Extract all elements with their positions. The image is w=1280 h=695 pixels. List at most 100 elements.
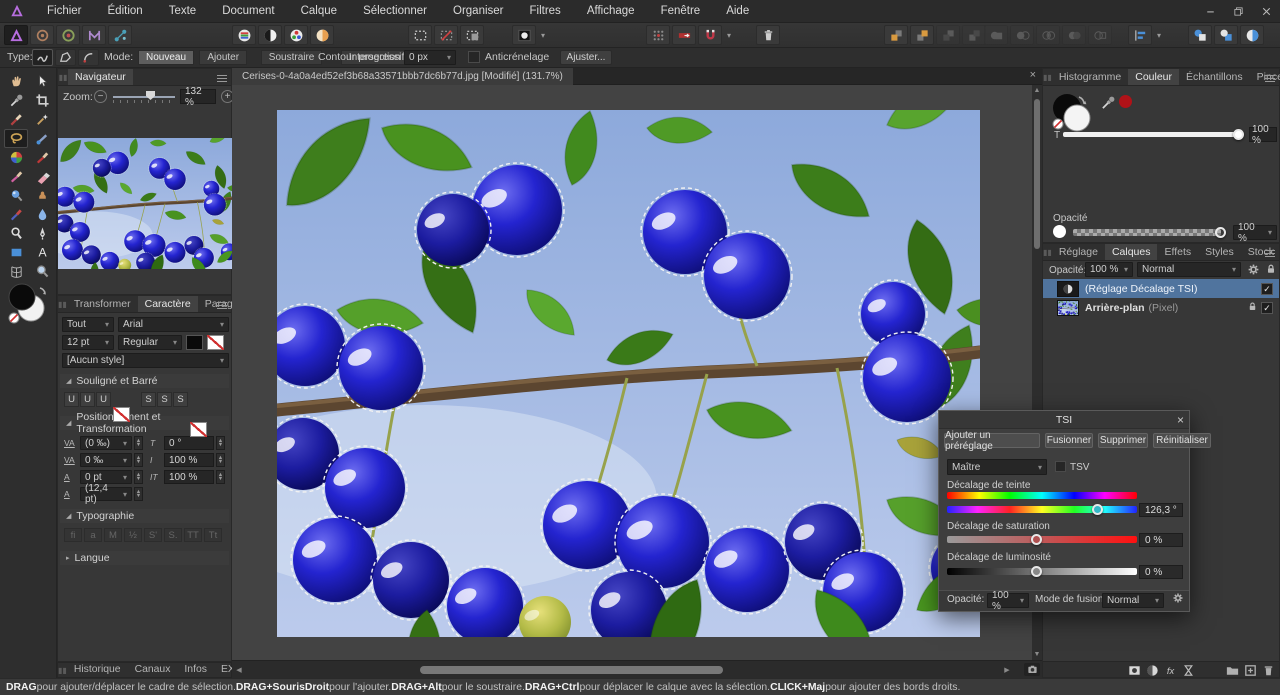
liquify-persona-icon[interactable]: [30, 25, 54, 45]
tab-calques[interactable]: Calques: [1105, 244, 1158, 260]
dialog-gear-icon[interactable]: [1172, 592, 1184, 607]
move-forward-icon[interactable]: [910, 25, 934, 45]
t-slider-knob[interactable]: [1233, 129, 1244, 140]
mode-ajouter[interactable]: Ajouter: [199, 50, 247, 65]
snapshot-icon[interactable]: [1024, 663, 1040, 676]
antialias-checkbox[interactable]: [468, 51, 480, 63]
layer-row-1[interactable]: Arrière-plan (Pixel) ✓: [1043, 298, 1279, 317]
tab-reglage[interactable]: Réglage: [1052, 244, 1105, 260]
eyedropper-icon[interactable]: [1101, 95, 1116, 113]
channel-dropdown[interactable]: Maître▾: [947, 459, 1047, 475]
deselect-icon[interactable]: [434, 25, 458, 45]
blemish-removal-tool[interactable]: [30, 110, 54, 129]
t-slider[interactable]: [1063, 132, 1239, 137]
hsl-button-2[interactable]: Supprimer: [1098, 433, 1148, 448]
tab-styles[interactable]: Styles: [1198, 244, 1241, 260]
hsl-dialog-title[interactable]: TSI: [939, 411, 1189, 429]
freehand-selection-tool[interactable]: [4, 129, 28, 148]
photo-image[interactable]: [277, 110, 980, 637]
dialog-opacity-dropdown[interactable]: 100 %▾: [987, 593, 1029, 608]
colour-wells[interactable]: [7, 280, 51, 326]
hue-knob[interactable]: [1092, 504, 1103, 515]
menu-organiser[interactable]: Organiser: [440, 0, 517, 23]
tab-histogramme[interactable]: Histogramme: [1052, 69, 1128, 85]
rectangle-tool[interactable]: [4, 243, 28, 262]
auto-white-balance-icon[interactable]: [310, 25, 334, 45]
clone-brush-tool[interactable]: [30, 186, 54, 205]
auto-contrast-icon[interactable]: [258, 25, 282, 45]
layer-thumbnail[interactable]: [1057, 281, 1079, 297]
polygonal-type-icon[interactable]: [55, 49, 76, 66]
pen-tool[interactable]: [30, 224, 54, 243]
blur-brush-tool[interactable]: [30, 205, 54, 224]
picked-colour-dot[interactable]: [1119, 95, 1132, 108]
minimize-window-button[interactable]: [1196, 0, 1224, 23]
paint-brush-tool[interactable]: [30, 148, 54, 167]
layer-visibility-checkbox[interactable]: ✓: [1261, 302, 1273, 314]
restore-window-button[interactable]: [1224, 0, 1252, 23]
move-to-front-icon[interactable]: [884, 25, 908, 45]
menu-calque[interactable]: Calque: [288, 0, 350, 23]
develop-persona-icon[interactable]: [56, 25, 80, 45]
layers-opacity-dropdown[interactable]: 100 %▾: [1085, 262, 1133, 277]
auto-levels-icon[interactable]: [232, 25, 256, 45]
healing-brush-tool[interactable]: [4, 110, 28, 129]
layer-row-0[interactable]: (Réglage Décalage TSI) ✓: [1043, 279, 1279, 298]
hue-value[interactable]: 126,3 °: [1139, 503, 1183, 517]
hsl-button-1[interactable]: Fusionner: [1045, 433, 1093, 448]
auto-colour-icon[interactable]: [284, 25, 308, 45]
dialog-blend-dropdown[interactable]: Normal▾: [1102, 593, 1164, 608]
color-picker-tool[interactable]: [4, 91, 28, 110]
zoom-tool[interactable]: [30, 262, 54, 281]
gradient-tool[interactable]: [4, 186, 28, 205]
selection-marquee-icon[interactable]: [408, 25, 432, 45]
smudge-brush-tool[interactable]: [4, 205, 28, 224]
hsl-button-3[interactable]: Réinitialiser: [1153, 433, 1211, 448]
menu-fichier[interactable]: Fichier: [34, 0, 95, 23]
tab-effets[interactable]: Effets: [1157, 244, 1198, 260]
export-persona-icon[interactable]: [108, 25, 132, 45]
menu-document[interactable]: Document: [209, 0, 287, 23]
mode-nouveau[interactable]: Nouveau: [138, 50, 194, 65]
tsv-checkbox[interactable]: [1055, 461, 1066, 472]
menu-edition[interactable]: Édition: [95, 0, 156, 23]
opacity-swatch[interactable]: [1053, 225, 1066, 238]
freehand-type-icon[interactable]: [32, 49, 53, 66]
quick-mask-icon[interactable]: [512, 25, 536, 45]
tab-echantillons[interactable]: Échantillons: [1179, 69, 1250, 85]
menu-aide[interactable]: Aide: [713, 0, 762, 23]
menu-selectionner[interactable]: Sélectionner: [350, 0, 440, 23]
opacity-slider[interactable]: [1073, 229, 1221, 236]
refine-button[interactable]: Ajuster...: [560, 50, 612, 65]
magnetic-type-icon[interactable]: [78, 49, 99, 66]
quick-mask-dropdown-icon[interactable]: ▾: [538, 25, 548, 45]
snapping-magnet-dropdown-icon[interactable]: ▾: [724, 25, 734, 45]
alignment-icon[interactable]: [1128, 25, 1152, 45]
pixel-grid-assistant-icon[interactable]: [646, 25, 670, 45]
mode-soustraire[interactable]: Soustraire: [261, 50, 323, 65]
snapping-magnet-icon[interactable]: [698, 25, 722, 45]
opacity-value[interactable]: 100 %▾: [1233, 225, 1277, 240]
tone-mapping-persona-icon[interactable]: [82, 25, 106, 45]
tab-couleur[interactable]: Couleur: [1128, 69, 1179, 85]
hsl-button-0[interactable]: Ajouter un préréglage: [944, 433, 1040, 448]
blend-mode-dropdown[interactable]: Normal▾: [1137, 262, 1241, 277]
menu-fenetre[interactable]: Fenêtre: [648, 0, 714, 23]
insert-on-top-icon[interactable]: [1240, 25, 1264, 45]
sat-knob[interactable]: [1031, 534, 1042, 545]
t-value[interactable]: 100 %: [1249, 127, 1277, 142]
document-canvas[interactable]: [232, 85, 1042, 660]
photo-persona-icon[interactable]: [4, 25, 28, 45]
lum-knob[interactable]: [1031, 566, 1042, 577]
lock-layer-icon[interactable]: [1265, 263, 1277, 278]
lum-value[interactable]: 0 %: [1139, 565, 1183, 579]
feather-dropdown[interactable]: 0 px▾: [404, 50, 456, 65]
menu-texte[interactable]: Texte: [156, 0, 210, 23]
invert-selection-icon[interactable]: [460, 25, 484, 45]
alignment-dropdown-icon[interactable]: ▾: [1154, 25, 1164, 45]
erase-brush-tool[interactable]: [30, 167, 54, 186]
panel-menu-icon[interactable]: [1265, 248, 1275, 257]
view-tool[interactable]: [4, 72, 28, 91]
menu-filtres[interactable]: Filtres: [517, 0, 574, 23]
hsl-close-icon[interactable]: ×: [1177, 413, 1184, 427]
